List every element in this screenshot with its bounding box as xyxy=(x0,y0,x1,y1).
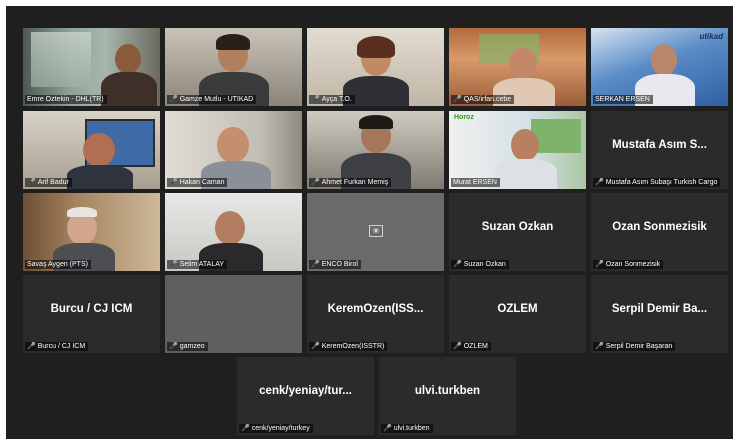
image-placeholder-icon: ▣ xyxy=(369,225,383,237)
participant-name-label: 🎤 Gamze Mutlu - UTİKAD xyxy=(167,95,257,104)
muted-mic-icon: 🎤 xyxy=(169,96,178,103)
participant-name-label: 🎤 Ahmet Furkan Memiş xyxy=(309,178,392,187)
participant-tile[interactable]: 🎤 gamzeo xyxy=(165,275,302,353)
participant-display-name: Mustafa Asım S... xyxy=(612,139,707,151)
participant-display-name: KeremOzen(ISS... xyxy=(327,303,424,315)
muted-mic-icon: 🎤 xyxy=(383,425,392,432)
participant-tile[interactable]: 🎤 Arif Badur xyxy=(23,111,160,189)
muted-mic-icon: 🎤 xyxy=(169,343,178,350)
participant-tile[interactable]: Emre Öztekin - DHL(TR) xyxy=(23,28,160,106)
participant-name-label: 🎤 Suzan Özkan xyxy=(451,260,509,269)
participant-name-label: 🎤 cenk/yeniay/turkey xyxy=(239,424,313,433)
video-gallery: Emre Öztekin - DHL(TR) 🎤 Gamze Mutlu - UT… xyxy=(6,6,733,439)
participant-tile[interactable]: 🎤 QAS/irfan.cebe xyxy=(449,28,586,106)
participant-tile[interactable]: 🎤 Hakan Caman xyxy=(165,111,302,189)
participant-display-name: Burcu / CJ ICM xyxy=(50,303,133,315)
participant-tile[interactable]: Ozan Sonmezisik 🎤 Ozan Sonmezisik xyxy=(591,193,728,271)
participant-name-label: 🎤 ENCO Birol xyxy=(309,260,361,269)
participant-name-label: 🎤 Ozan Sonmezisik xyxy=(593,260,664,269)
participant-tile[interactable]: Serpil Demir Ba... 🎤 Serpil Demir Başaran xyxy=(591,275,728,353)
participant-tile[interactable]: cenk/yeniay/tur... 🎤 cenk/yeniay/turkey xyxy=(237,357,374,435)
muted-mic-icon: 🎤 xyxy=(311,261,320,268)
participant-display-name: Ozan Sonmezisik xyxy=(612,221,707,233)
participant-name-label: 🎤 Selim ATALAY xyxy=(167,260,228,269)
participant-name-label: 🎤 Burcu / CJ ICM xyxy=(25,342,89,351)
muted-mic-icon: 🎤 xyxy=(311,96,320,103)
participant-name-label: 🎤 ÖZLEM xyxy=(451,342,491,351)
muted-mic-icon: 🎤 xyxy=(453,96,462,103)
participant-display-name: cenk/yeniay/tur... xyxy=(259,385,352,397)
muted-mic-icon: 🎤 xyxy=(27,343,36,350)
participant-tile[interactable]: utikad SERKAN ERSEN xyxy=(591,28,728,106)
participant-tile[interactable]: 🎤 Gamze Mutlu - UTİKAD xyxy=(165,28,302,106)
participant-name-label: 🎤 Arif Badur xyxy=(25,178,72,187)
participant-tile[interactable]: Burcu / CJ ICM 🎤 Burcu / CJ ICM xyxy=(23,275,160,353)
utikad-logo: utikad xyxy=(699,32,723,41)
participant-name-label: Emre Öztekin - DHL(TR) xyxy=(25,95,107,104)
muted-mic-icon: 🎤 xyxy=(453,343,462,350)
participant-name-label: Murat ERSEN xyxy=(451,178,500,187)
participant-name-label: 🎤 KeremOzen(ISSTR) xyxy=(309,342,388,351)
participant-name-label: 🎤 QAS/irfan.cebe xyxy=(451,95,515,104)
participant-tile[interactable]: Horoz Murat ERSEN xyxy=(449,111,586,189)
participant-tile[interactable]: KeremOzen(ISS... 🎤 KeremOzen(ISSTR) xyxy=(307,275,444,353)
participant-name-label: SERKAN ERSEN xyxy=(593,95,653,104)
participant-tile[interactable]: Mustafa Asım S... 🎤 Mustafa Asım Subaşı T… xyxy=(591,111,728,189)
participant-display-name: ÖZLEM xyxy=(497,303,538,315)
muted-mic-icon: 🎤 xyxy=(453,261,462,268)
participant-display-name: Serpil Demir Ba... xyxy=(611,303,708,315)
participant-tile[interactable]: 🎤 Ahmet Furkan Memiş xyxy=(307,111,444,189)
participant-display-name: ulvi.turkben xyxy=(414,385,481,397)
participant-tile[interactable]: 🎤 Ayça T.O. xyxy=(307,28,444,106)
participant-name-label: 🎤 Ayça T.O. xyxy=(309,95,355,104)
participant-tile[interactable]: ▣ 🎤 ENCO Birol xyxy=(307,193,444,271)
participant-display-name: Suzan Özkan xyxy=(481,221,554,233)
muted-mic-icon: 🎤 xyxy=(595,179,604,186)
participant-name-label: 🎤 Mustafa Asım Subaşı Turkish Cargo xyxy=(593,178,721,187)
participant-tile[interactable]: Suzan Özkan 🎤 Suzan Özkan xyxy=(449,193,586,271)
participant-name-label: 🎤 ulvi.turkben xyxy=(381,424,433,433)
muted-mic-icon: 🎤 xyxy=(595,261,604,268)
participant-name-label: Savaş Aygen (PTS) xyxy=(25,260,91,269)
muted-mic-icon: 🎤 xyxy=(311,179,320,186)
participant-name-label: 🎤 Hakan Caman xyxy=(167,178,228,187)
horoz-logo: Horoz xyxy=(454,114,474,121)
participant-tile[interactable]: ÖZLEM 🎤 ÖZLEM xyxy=(449,275,586,353)
participant-name-label: 🎤 gamzeo xyxy=(167,342,208,351)
muted-mic-icon: 🎤 xyxy=(241,425,250,432)
muted-mic-icon: 🎤 xyxy=(169,261,178,268)
participant-tile[interactable]: ulvi.turkben 🎤 ulvi.turkben xyxy=(379,357,516,435)
muted-mic-icon: 🎤 xyxy=(311,343,320,350)
participant-tile[interactable]: 🎤 Selim ATALAY xyxy=(165,193,302,271)
participant-name-label: 🎤 Serpil Demir Başaran xyxy=(593,342,676,351)
participant-tile[interactable]: Savaş Aygen (PTS) xyxy=(23,193,160,271)
muted-mic-icon: 🎤 xyxy=(595,343,604,350)
muted-mic-icon: 🎤 xyxy=(169,179,178,186)
muted-mic-icon: 🎤 xyxy=(27,179,36,186)
